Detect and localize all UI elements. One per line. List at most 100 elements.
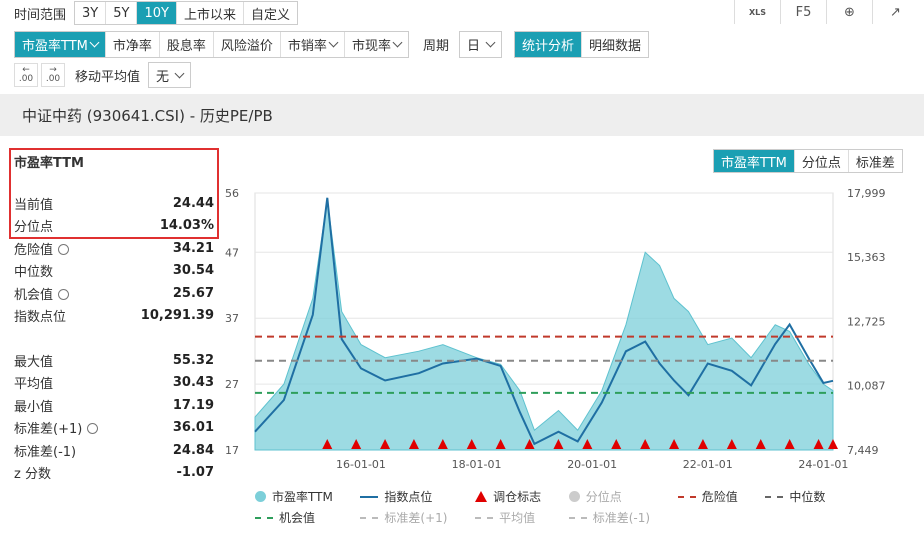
stat-row: 标准差(-1) 24.84 — [14, 439, 214, 462]
legend-label: 指数点位 — [384, 490, 433, 504]
stat-label: 指数点位 — [14, 310, 67, 326]
chart-tab-selector: 市盈率TTM 分位点 标准差 — [713, 149, 903, 173]
stat-value: 24.84 — [172, 442, 214, 458]
legend-item[interactable]: 指数点位 — [360, 488, 457, 505]
legend-label: 机会值 — [279, 511, 316, 525]
period-label: 周期 — [422, 38, 449, 54]
gear-icon[interactable] — [87, 423, 99, 435]
legend-item[interactable]: 分位点 — [568, 488, 660, 505]
xls-icon[interactable]: XLS — [734, 0, 780, 24]
legend-dash-icon — [568, 516, 587, 519]
f5-refresh-icon[interactable]: F5 — [780, 0, 826, 24]
chevron-down-icon — [392, 37, 403, 47]
legend-line-icon — [360, 495, 379, 498]
metric-label: 市净率 — [112, 38, 152, 54]
metric-label: 股息率 — [166, 38, 206, 54]
highlight-box — [9, 148, 219, 239]
legend-dash-icon — [677, 495, 696, 498]
legend-item[interactable]: 危险值 — [677, 488, 748, 505]
decimal-increase-icon[interactable]: ← .00 — [14, 63, 38, 87]
stat-label: 最大值 — [14, 354, 54, 370]
legend-item[interactable]: 调仓标志 — [475, 488, 551, 505]
stat-label: 机会值 — [14, 284, 70, 303]
stat-row: 最小值 17.19 — [14, 394, 214, 417]
stat-value: 10,291.39 — [140, 308, 214, 324]
legend-item[interactable]: 标准差(+1) — [360, 509, 457, 526]
stat-row: 机会值 25.67 — [14, 282, 214, 305]
chart-tab-2[interactable]: 标准差 — [849, 150, 902, 172]
stat-value: 36.01 — [172, 420, 214, 436]
metric-option-0[interactable]: 市盈率TTM — [15, 31, 106, 57]
stat-value: -1.07 — [176, 465, 214, 481]
stat-label: z 分数 — [14, 467, 51, 483]
range-option-3[interactable]: 上市以来 — [177, 2, 244, 24]
range-option-4[interactable]: 自定义 — [244, 2, 297, 24]
chevron-down-icon — [485, 37, 496, 47]
metric-label: 市现率 — [351, 38, 391, 54]
legend-label: 危险值 — [701, 490, 738, 504]
decimal-decrease-icon[interactable]: → .00 — [41, 63, 65, 87]
metric-option-3[interactable]: 风险溢价 — [214, 31, 281, 57]
metric-label: 市盈率TTM — [22, 38, 88, 54]
stats-group-2: 最大值 55.32 平均值 30.43 最小值 17.19 标准差(+1) 36.01 标准差(… — [8, 349, 220, 484]
legend-label: 中位数 — [789, 490, 826, 504]
legend-label: 平均值 — [499, 511, 536, 525]
metric-label: 风险溢价 — [220, 38, 273, 54]
metric-option-4[interactable]: 市销率 — [281, 31, 345, 57]
metric-option-2[interactable]: 股息率 — [160, 31, 214, 57]
metric-option-1[interactable]: 市净率 — [106, 31, 160, 57]
legend-item[interactable]: 标准差(-1) — [568, 509, 660, 526]
options-toolbar: ← .00 → .00 移动平均值 无 — [14, 62, 192, 88]
gear-icon[interactable] — [58, 243, 70, 255]
legend-item[interactable]: 市盈率TTM — [255, 488, 342, 505]
stat-label: 最小值 — [14, 399, 54, 415]
ma-label: 移动平均值 — [75, 69, 141, 85]
legend-dash-icon — [255, 516, 273, 519]
stat-value: 34.21 — [172, 240, 214, 256]
chart-legend: 市盈率TTM 指数点位 调仓标志 分位点 危险值 中位数机会值 标准差(+1) 平均值 标准差(… — [255, 488, 835, 526]
legend-label: 标准差(-1) — [592, 511, 651, 525]
stat-row: 标准差(+1) 36.01 — [14, 417, 214, 440]
view-tabs: 统计分析 明细数据 — [513, 30, 650, 58]
stat-label: 标准差(+1) — [14, 418, 99, 437]
legend-item[interactable]: 机会值 — [255, 509, 342, 526]
stat-row: 危险值 34.21 — [14, 237, 214, 260]
plus-circle-icon[interactable]: ⊕ — [826, 0, 872, 24]
legend-dash-icon — [360, 516, 379, 519]
range-selector: 3Y 5Y 10Y 上市以来 自定义 — [74, 1, 298, 25]
view-tab-0[interactable]: 统计分析 — [514, 31, 582, 57]
stat-row: 中位数 30.54 — [14, 260, 214, 283]
metric-label: 市销率 — [287, 38, 327, 54]
stat-value: 30.43 — [172, 375, 214, 391]
range-option-0[interactable]: 3Y — [75, 2, 107, 24]
period-dropdown[interactable]: 日 — [458, 30, 502, 58]
chart-tab-1[interactable]: 分位点 — [795, 150, 849, 172]
range-option-1[interactable]: 5Y — [106, 2, 138, 24]
ma-dropdown[interactable]: 无 — [148, 62, 192, 88]
range-option-2[interactable]: 10Y — [137, 2, 177, 24]
stat-value: 17.19 — [172, 397, 214, 413]
legend-label: 标准差(+1) — [384, 511, 448, 525]
metric-toolbar: 市盈率TTM 市净率 股息率 风险溢价 市销率 市现率 周期 日 统计分析 明细数据 — [14, 30, 650, 58]
view-tab-1[interactable]: 明细数据 — [582, 32, 648, 57]
page-title: 中证中药 (930641.CSI) - 历史PE/PB — [0, 94, 924, 136]
stat-row: 平均值 30.43 — [14, 372, 214, 395]
stat-value: 25.67 — [172, 285, 214, 301]
legend-label: 市盈率TTM — [272, 490, 333, 504]
period-value: 日 — [466, 38, 480, 54]
page-title-text: 中证中药 (930641.CSI) - 历史PE/PB — [22, 106, 273, 125]
stat-row: 指数点位 10,291.39 — [14, 305, 214, 328]
chevron-down-icon — [174, 68, 185, 78]
stat-label: 中位数 — [14, 265, 54, 281]
chevron-down-icon — [328, 37, 339, 47]
metric-option-5[interactable]: 市现率 — [345, 32, 408, 57]
external-link-icon[interactable]: ↗ — [872, 0, 918, 24]
stat-row: 最大值 55.32 — [14, 349, 214, 372]
legend-dash-icon — [475, 516, 494, 519]
gear-icon[interactable] — [58, 288, 70, 300]
chart-tab-0[interactable]: 市盈率TTM — [714, 150, 795, 172]
legend-item[interactable]: 中位数 — [765, 488, 835, 505]
legend-dash-icon — [765, 495, 784, 498]
legend-item[interactable]: 平均值 — [475, 509, 551, 526]
ma-value: 无 — [156, 69, 170, 85]
